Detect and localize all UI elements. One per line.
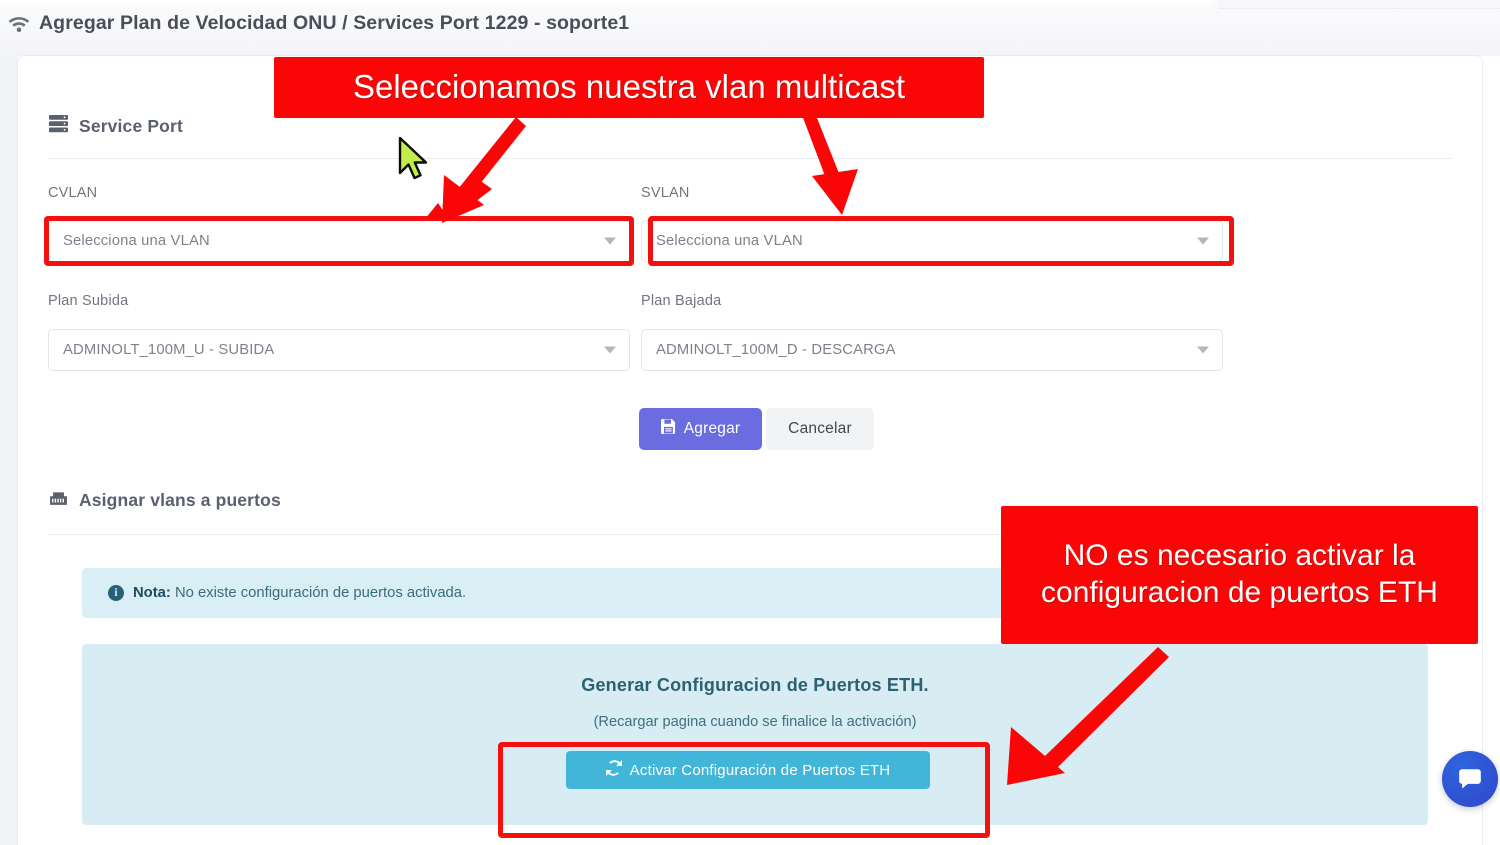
generate-ports-title: Generar Configuracion de Puertos ETH.	[581, 675, 929, 695]
mouse-pointer-icon	[398, 137, 428, 180]
ethernet-port-icon	[48, 491, 69, 511]
header-backdrop-edge	[0, 0, 1210, 5]
activar-config-puertos-label: Activar Configuración de Puertos ETH	[629, 761, 891, 779]
main-content-card: Service Port CVLAN Selecciona una VLAN S…	[18, 56, 1482, 845]
generate-ports-panel: Generar Configuracion de Puertos ETH. (R…	[82, 644, 1428, 825]
info-icon: i	[108, 585, 124, 601]
service-port-title: Service Port	[79, 115, 183, 136]
cvlan-label: CVLAN	[48, 185, 98, 201]
generate-ports-subtitle: (Recargar pagina cuando se finalice la a…	[593, 714, 917, 730]
service-port-divider	[48, 158, 1452, 159]
cancelar-button[interactable]: Cancelar	[766, 408, 874, 450]
chevron-down-icon	[1197, 237, 1209, 245]
svlan-label: SVLAN	[641, 185, 690, 201]
cvlan-select[interactable]: Selecciona una VLAN	[48, 220, 630, 262]
chat-bubble-icon[interactable]	[1442, 751, 1498, 807]
ports-note-label: Nota:	[133, 585, 171, 601]
agregar-button-label: Agregar	[683, 420, 741, 437]
chevron-down-icon	[1197, 346, 1209, 354]
ports-note-text: No existe configuración de puertos activ…	[174, 585, 467, 601]
wifi-icon	[8, 14, 30, 34]
plan-bajada-select[interactable]: ADMINOLT_100M_D - DESCARGA	[641, 329, 1223, 371]
plan-bajada-select-value: ADMINOLT_100M_D - DESCARGA	[656, 342, 896, 358]
page-gutter-left	[0, 56, 18, 845]
app-root: Agregar Plan de Velocidad ONU / Services…	[0, 0, 1500, 845]
cvlan-select-value: Selecciona una VLAN	[63, 233, 210, 249]
svlan-select[interactable]: Selecciona una VLAN	[641, 220, 1223, 262]
activar-config-puertos-button[interactable]: Activar Configuración de Puertos ETH	[566, 751, 930, 789]
server-stack-icon	[48, 114, 69, 138]
annotation-vlan-multicast: Seleccionamos nuestra vlan multicast	[274, 57, 984, 118]
page-title: Agregar Plan de Velocidad ONU / Services…	[39, 12, 630, 34]
svlan-select-value: Selecciona una VLAN	[656, 233, 803, 249]
chevron-down-icon	[604, 346, 616, 354]
header-backdrop-edge-right	[1218, 0, 1500, 9]
plan-subida-label: Plan Subida	[48, 293, 129, 309]
cancelar-button-label: Cancelar	[788, 420, 852, 437]
asignar-vlans-heading: Asignar vlans a puertos	[48, 490, 281, 511]
refresh-icon	[605, 760, 622, 780]
service-port-heading: Service Port	[48, 114, 183, 138]
plan-subida-select-value: ADMINOLT_100M_U - SUBIDA	[63, 342, 275, 358]
plan-bajada-label: Plan Bajada	[641, 293, 722, 309]
chevron-down-icon	[604, 237, 616, 245]
agregar-button[interactable]: Agregar	[639, 408, 762, 450]
page-header: Agregar Plan de Velocidad ONU / Services…	[0, 12, 629, 35]
plan-subida-select[interactable]: ADMINOLT_100M_U - SUBIDA	[48, 329, 630, 371]
asignar-vlans-title: Asignar vlans a puertos	[79, 490, 281, 510]
annotation-no-activar: NO es necesario activar la configuracion…	[1001, 506, 1478, 644]
save-icon	[660, 419, 676, 439]
